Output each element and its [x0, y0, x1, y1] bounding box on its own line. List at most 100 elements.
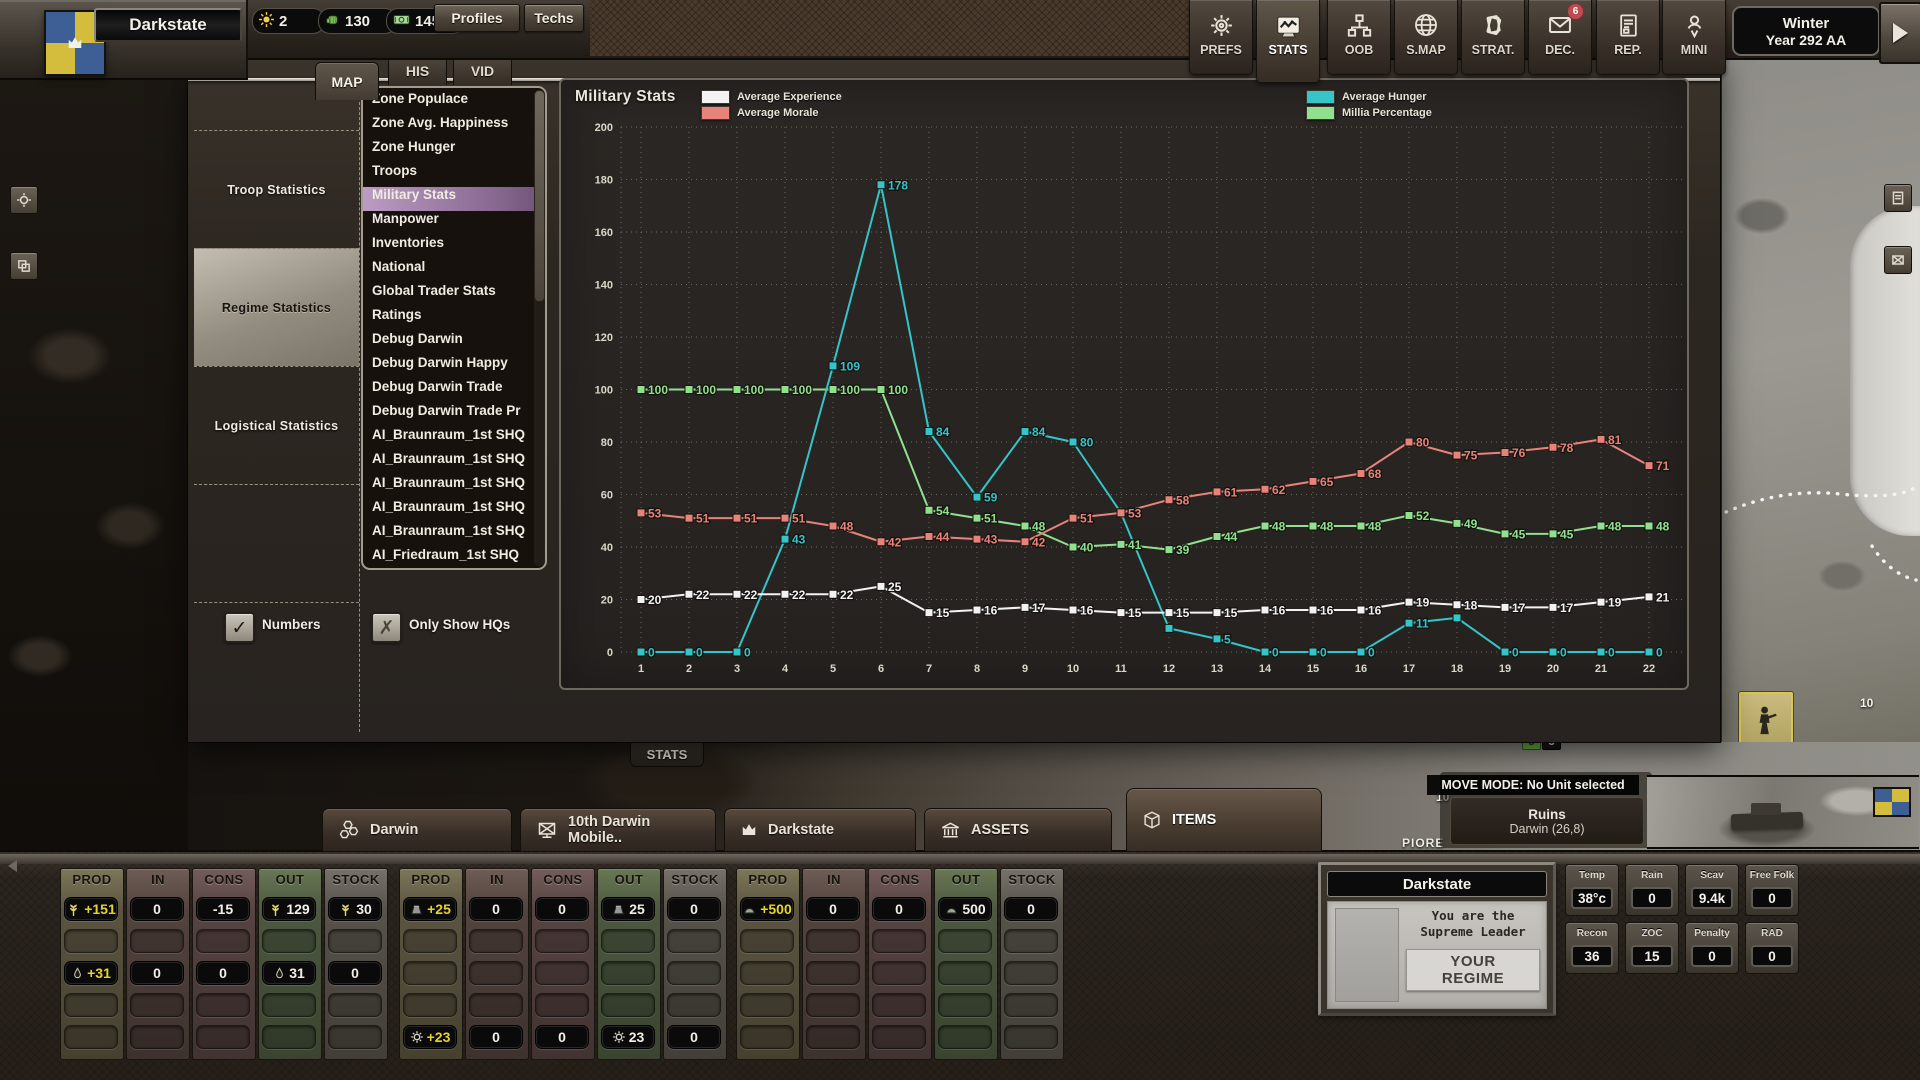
techs-button[interactable]: Techs	[524, 4, 584, 32]
divider	[194, 484, 359, 485]
stat-list-item[interactable]: AI_Braunraum_1st SHQ	[363, 499, 545, 523]
resource-slot: 0	[667, 1025, 721, 1049]
map-terrain-right[interactable]: 27 10	[1722, 56, 1920, 778]
scrollbar-thumb[interactable]	[534, 90, 545, 302]
stat-list-item[interactable]: Debug Darwin Trade	[363, 379, 545, 403]
menu-tab-strat[interactable]: STRAT.	[1461, 0, 1525, 75]
unit-tab-10th-darwin-mobile-[interactable]: 10th Darwin Mobile..	[520, 808, 716, 852]
unit-tab-darwin[interactable]: Darwin	[322, 808, 512, 852]
menu-tab-smap[interactable]: S.MAP	[1394, 0, 1458, 75]
your-regime-button[interactable]: YOUR REGIME	[1406, 949, 1540, 991]
resource-slot: 0	[1004, 897, 1058, 921]
menu-tab-prefs[interactable]: PREFS	[1189, 0, 1253, 75]
unit-tab-darkstate[interactable]: Darkstate	[724, 808, 916, 852]
stat-list-item[interactable]: Inventories	[363, 235, 545, 259]
svg-text:16: 16	[984, 604, 998, 618]
leader-text-line1: You are the	[1406, 908, 1540, 924]
map-unit-tile[interactable]	[1739, 692, 1793, 747]
wreck-turret	[1751, 803, 1781, 815]
svg-text:5: 5	[830, 663, 836, 675]
svg-text:0: 0	[744, 646, 751, 660]
column-out: OUT2523	[597, 868, 661, 1060]
wheat-icon	[268, 902, 283, 917]
menu-tab-rep[interactable]: REP.	[1596, 0, 1660, 75]
stat-list-item[interactable]: AI_Friedraum_1st SHQ	[363, 547, 545, 570]
resource-slot	[806, 993, 860, 1017]
stat-list-scrollbar[interactable]	[534, 90, 545, 566]
svg-text:0: 0	[1656, 646, 1663, 660]
stat-list-item[interactable]: Military Stats	[363, 187, 545, 211]
stat-list-item[interactable]: Zone Hunger	[363, 139, 545, 163]
stat-list-item[interactable]: AI_Braunraum_1st SHQ	[363, 523, 545, 547]
stat-list-item[interactable]: Troops	[363, 163, 545, 187]
category-troop-statistics[interactable]: Troop Statistics	[194, 130, 359, 248]
svg-text:17: 17	[1032, 601, 1046, 615]
svg-text:61: 61	[1224, 485, 1238, 499]
stat-list-item[interactable]: Debug Darwin Trade Pr	[363, 403, 545, 427]
only-show-hqs-checkbox[interactable]: ✗	[371, 612, 402, 643]
map-terrain-left[interactable]	[0, 56, 188, 850]
notification-badge: 6	[1567, 3, 1584, 20]
bottom-panel: PROD+151+31IN00CONS-150OUT12931STOCK300P…	[0, 850, 1920, 1080]
stat-list-item[interactable]: AI_Braunraum_1st SHQ	[363, 475, 545, 499]
stats-window-bottom-tab[interactable]: STATS	[630, 742, 704, 767]
profiles-button[interactable]: Profiles	[434, 4, 520, 32]
resource-slot	[403, 961, 457, 985]
stat-list-item[interactable]: Debug Darwin Happy	[363, 355, 545, 379]
panel-scroll-left-button[interactable]	[2, 856, 22, 876]
stat-list-item[interactable]: Ratings	[363, 307, 545, 331]
wheat-icon	[66, 902, 81, 917]
category-regime-statistics[interactable]: Regime Statistics	[194, 248, 359, 366]
window-tab-map[interactable]: MAP	[315, 62, 379, 100]
stat-list-item[interactable]: Manpower	[363, 211, 545, 235]
side-tool-top-left-button[interactable]	[10, 186, 38, 214]
numbers-checkbox[interactable]: ✓	[224, 612, 255, 643]
svg-text:22: 22	[696, 588, 710, 602]
gauge-value: 9.4k	[1691, 887, 1733, 909]
leader-text-line2: Supreme Leader	[1406, 924, 1540, 940]
slot-value: +31	[87, 965, 111, 981]
menu-tab-dec[interactable]: DEC.6	[1528, 0, 1592, 75]
resource-slot	[667, 961, 721, 985]
location-photo	[1647, 775, 1919, 849]
svg-text:48: 48	[1320, 520, 1334, 534]
resource-slot: 0	[130, 961, 184, 985]
window-tab-his[interactable]: HIS	[388, 56, 447, 85]
menu-tab-mini[interactable]: MINI	[1662, 0, 1726, 75]
side-tool-top-right-button[interactable]	[1884, 184, 1912, 212]
category-logistical-statistics[interactable]: Logistical Statistics	[194, 366, 359, 484]
stat-list-item[interactable]: Global Trader Stats	[363, 283, 545, 307]
svg-text:10: 10	[1067, 663, 1079, 675]
resource-slot	[130, 1025, 184, 1049]
svg-text:84: 84	[1032, 425, 1046, 439]
resource-slot	[64, 929, 118, 953]
report-icon	[1615, 9, 1642, 41]
svg-text:4: 4	[782, 663, 789, 675]
side-tool-bottom-left-button[interactable]	[10, 252, 38, 280]
stat-list-item[interactable]: Zone Avg. Happiness	[363, 115, 545, 139]
stat-list-item[interactable]: National	[363, 259, 545, 283]
svg-text:40: 40	[1080, 541, 1094, 555]
svg-text:43: 43	[792, 533, 806, 547]
svg-text:42: 42	[888, 535, 902, 549]
drop-icon	[71, 967, 84, 980]
end-turn-button[interactable]	[1879, 2, 1920, 64]
menu-tab-oob[interactable]: OOB	[1327, 0, 1391, 75]
resource-slot: 0	[667, 897, 721, 921]
svg-text:18: 18	[1451, 663, 1463, 675]
chart-panel: Military Stats Average ExperienceAverage…	[559, 78, 1689, 690]
resource-political-points[interactable]: 2	[252, 8, 325, 34]
menu-tab-stats[interactable]: STATS	[1256, 0, 1320, 83]
svg-text:9: 9	[1022, 663, 1028, 675]
stat-list-item[interactable]: AI_Braunraum_1st SHQ	[363, 451, 545, 475]
unit-tab-assets[interactable]: ASSETS	[924, 808, 1112, 852]
location-plate[interactable]: Ruins Darwin (26,8)	[1450, 797, 1644, 845]
window-tab-vid[interactable]: VID	[453, 56, 512, 85]
resource-slot	[535, 929, 589, 953]
unit-tab-items[interactable]: ITEMS	[1126, 788, 1322, 852]
side-tool-bottom-right-button[interactable]	[1884, 246, 1912, 274]
supply-icon	[944, 902, 959, 917]
stat-list-item[interactable]: Zone Populace	[363, 91, 545, 115]
stat-list-item[interactable]: Debug Darwin	[363, 331, 545, 355]
stat-list-item[interactable]: AI_Braunraum_1st SHQ	[363, 427, 545, 451]
